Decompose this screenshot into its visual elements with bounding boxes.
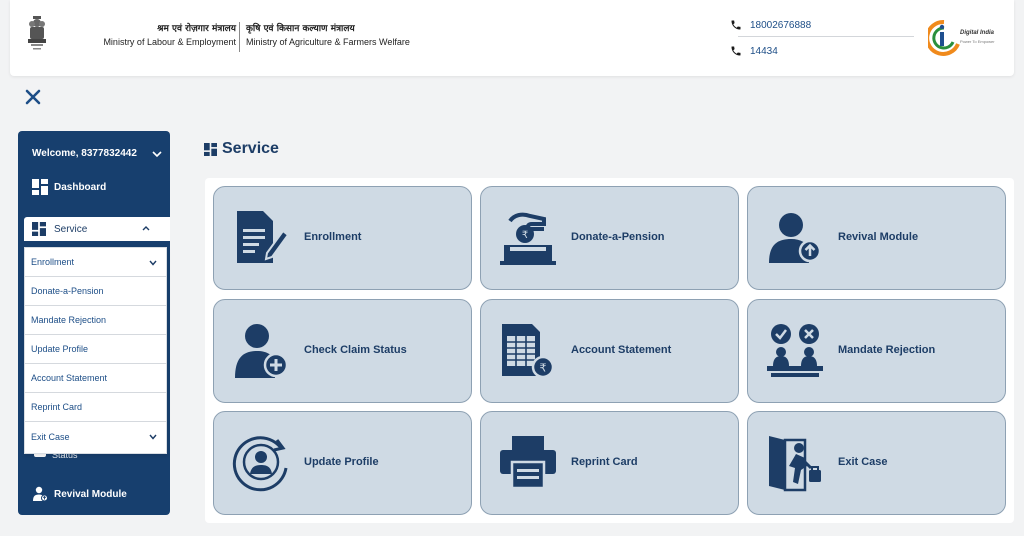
phone-number-2: 14434	[750, 45, 778, 57]
chevron-down-icon	[149, 434, 157, 440]
card-label: Donate-a-Pension	[571, 231, 665, 243]
chevron-down-icon	[149, 260, 157, 266]
agriculture-ministry-hindi: कृषि एवं किसान कल्याण मंत्रालय	[246, 24, 355, 34]
approve-reject-icon	[767, 324, 823, 377]
user-add-icon	[235, 324, 289, 378]
card-account-statement[interactable]: ₹ Account Statement	[480, 299, 739, 403]
submenu-item-label: Update Profile	[31, 344, 89, 354]
service-grid-icon	[32, 222, 46, 236]
card-exit-case[interactable]: Exit Case	[747, 411, 1006, 515]
profile-refresh-icon	[232, 436, 288, 492]
card-label: Revival Module	[838, 231, 919, 243]
agriculture-ministry-english: Ministry of Agriculture & Farmers Welfar…	[246, 37, 410, 47]
submenu-item-label: Reprint Card	[31, 402, 83, 412]
submenu-item-reprint-card[interactable]: Reprint Card	[25, 393, 167, 422]
sidebar-item-dashboard[interactable]: Dashboard	[32, 179, 106, 195]
donate-coin-box-icon: ₹	[500, 212, 556, 265]
national-emblem-icon	[28, 16, 46, 50]
card-label: Reprint Card	[571, 456, 638, 468]
close-icon[interactable]	[24, 88, 42, 106]
phone-divider	[738, 36, 914, 37]
sidebar-item-label: Dashboard	[54, 181, 107, 193]
card-label: Update Profile	[304, 456, 379, 468]
dashboard-icon	[32, 179, 48, 195]
helpline-phone-1[interactable]: 18002676888	[730, 16, 811, 34]
ledger-rupee-icon: ₹	[502, 324, 555, 379]
sidebar-item-service[interactable]: Service	[24, 217, 170, 241]
submenu-item-exit-case[interactable]: Exit Case	[25, 422, 167, 451]
agriculture-ministry: कृषि एवं किसान कल्याण मंत्रालय Ministry …	[246, 23, 446, 49]
submenu-item-label: Donate-a-Pension	[31, 286, 104, 296]
top-header: श्रम एवं रोज़गार मंत्रालय Ministry of La…	[10, 0, 1014, 76]
welcome-text[interactable]: Welcome, 8377832442	[32, 148, 137, 159]
user-upload-icon	[33, 486, 48, 502]
phone-icon	[731, 20, 741, 30]
card-revival-module[interactable]: Revival Module	[747, 186, 1006, 290]
submenu-item-mandate-rejection[interactable]: Mandate Rejection	[25, 306, 167, 335]
page-title: Service	[204, 140, 279, 158]
card-update-profile[interactable]: Update Profile	[213, 411, 472, 515]
sidebar-item-label: Revival Module	[54, 488, 127, 500]
submenu-item-label: Enrollment	[31, 257, 75, 267]
submenu-item-update-profile[interactable]: Update Profile	[25, 335, 167, 364]
page-title-text: Service	[222, 140, 279, 157]
card-enrollment[interactable]: Enrollment	[213, 186, 472, 290]
digital-india-subtext: Power To Empower	[960, 39, 995, 44]
submenu-item-label: Exit Case	[31, 431, 70, 442]
card-label: Mandate Rejection	[838, 344, 936, 356]
submenu-item-account-statement[interactable]: Account Statement	[25, 364, 167, 393]
card-label: Exit Case	[838, 456, 888, 468]
digital-india-icon	[928, 19, 960, 56]
phone-icon	[731, 46, 741, 56]
labour-ministry: श्रम एवं रोज़गार मंत्रालय Ministry of La…	[96, 23, 236, 49]
submenu-item-enrollment[interactable]: Enrollment	[25, 248, 167, 277]
card-mandate-rejection[interactable]: Mandate Rejection	[747, 299, 1006, 403]
svg-text:₹: ₹	[540, 362, 547, 375]
helpline-phone-2[interactable]: 14434	[730, 42, 778, 60]
digital-india-text: Digital India	[960, 30, 995, 36]
phone-number-1: 18002676888	[750, 19, 812, 31]
card-label: Check Claim Status	[304, 344, 407, 356]
document-pen-icon	[237, 211, 290, 263]
card-label: Account Statement	[571, 344, 672, 356]
service-grid-icon	[204, 142, 217, 156]
user-upload-icon	[769, 213, 822, 263]
card-check-claim-status[interactable]: Check Claim Status	[213, 299, 472, 403]
svg-text:₹: ₹	[522, 230, 528, 241]
labour-ministry-english: Ministry of Labour & Employment	[103, 37, 236, 47]
chevron-down-icon[interactable]	[152, 150, 162, 158]
submenu-item-donate-a-pension[interactable]: Donate-a-Pension	[25, 277, 167, 306]
labour-ministry-hindi: श्रम एवं रोज़गार मंत्रालय	[157, 24, 236, 34]
exit-door-icon	[769, 436, 821, 492]
card-donate-a-pension[interactable]: ₹ Donate-a-Pension	[480, 186, 739, 290]
card-label: Enrollment	[304, 231, 362, 243]
card-reprint-card[interactable]: Reprint Card	[480, 411, 739, 515]
sidebar-item-revival-module[interactable]: Revival Module	[32, 486, 127, 502]
service-cards-panel: Enrollment ₹ Donate-a-Pension Revival Mo…	[205, 178, 1014, 523]
submenu-item-label: Account Statement	[31, 373, 108, 383]
submenu-item-label: Mandate Rejection	[31, 315, 107, 325]
digital-india-logo: Digital India Power To Empower	[928, 18, 1000, 58]
sidebar-item-label: Service	[54, 223, 88, 235]
service-submenu: Enrollment Donate-a-Pension Mandate Reje…	[24, 247, 167, 454]
printer-icon	[500, 436, 556, 490]
chevron-up-icon	[142, 226, 150, 231]
ministry-divider	[239, 22, 240, 52]
